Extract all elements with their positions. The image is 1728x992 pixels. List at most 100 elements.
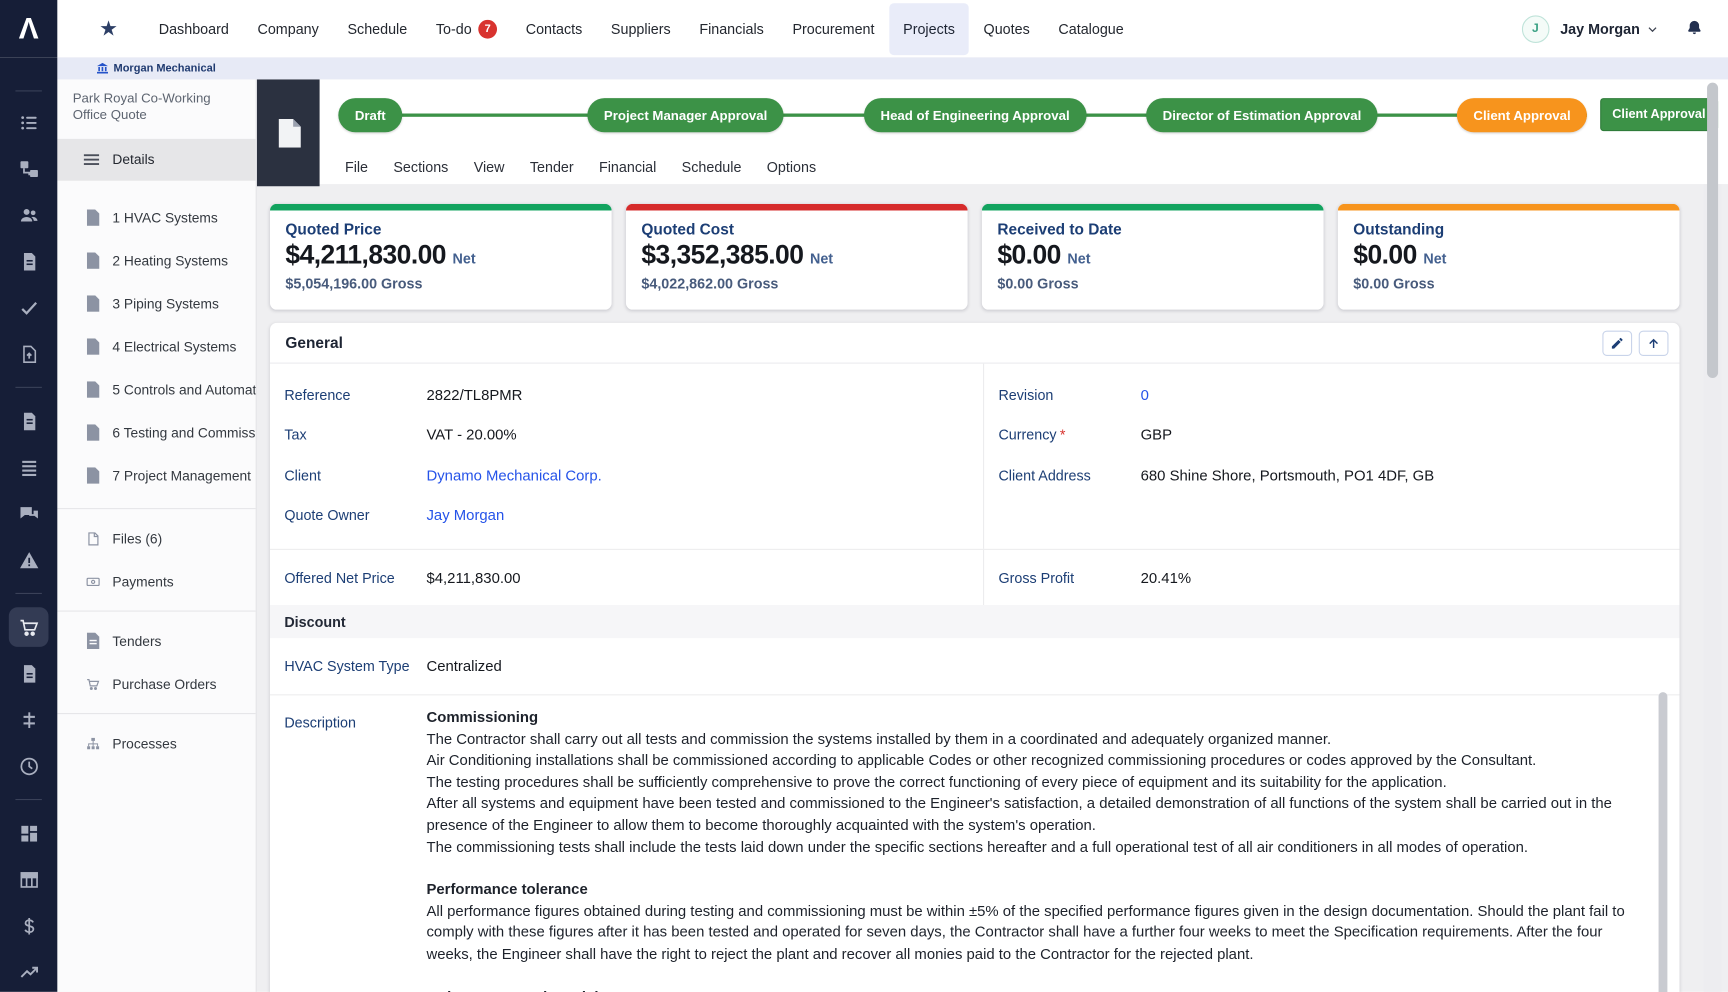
sidebar-item-section-5[interactable]: 5 Controls and Automation	[57, 368, 255, 411]
dollar-icon[interactable]	[9, 906, 49, 946]
menu-view[interactable]: View	[474, 159, 505, 176]
field-description: Description Commissioning The Contractor…	[270, 695, 1680, 992]
nav-user-area: J Jay Morgan	[1522, 15, 1728, 43]
menu-financial[interactable]: Financial	[599, 159, 656, 176]
document-page-icon	[276, 118, 300, 147]
menu-options[interactable]: Options	[767, 159, 816, 176]
dashboard-grid-icon[interactable]	[9, 813, 49, 853]
field-label: Client	[270, 467, 426, 484]
menu-file[interactable]: File	[345, 159, 368, 176]
sidebar-item-processes[interactable]: Processes	[57, 722, 255, 765]
quote-content: Quoted Price $4,211,830.00Net $5,054,196…	[257, 184, 1704, 992]
document-lines-icon[interactable]	[9, 401, 49, 441]
sidebar-item-payments[interactable]: Payments	[57, 560, 255, 603]
description-scrollbar-thumb[interactable]	[1659, 692, 1668, 992]
users-icon[interactable]	[9, 195, 49, 235]
field-value: 20.41%	[1141, 569, 1191, 586]
nav-item-company[interactable]: Company	[243, 3, 333, 55]
nav-item-projects[interactable]: Projects	[889, 3, 969, 55]
app-logo-icon[interactable]: Λ	[0, 0, 57, 57]
workflow-step-head-of-engineering-approval[interactable]: Head of Engineering Approval	[864, 98, 1086, 132]
nav-label: Dashboard	[159, 20, 229, 37]
menu-sections[interactable]: Sections	[393, 159, 448, 176]
general-price-block: Offered Net Price $4,211,830.00 Gross Pr…	[270, 549, 1680, 605]
nav-item-financials[interactable]: Financials	[685, 3, 778, 55]
document-icon[interactable]	[9, 241, 49, 281]
chat-icon[interactable]	[9, 494, 49, 534]
menu-tender[interactable]: Tender	[530, 159, 574, 176]
nav-item-todo[interactable]: To-do 7	[422, 2, 512, 56]
rows-icon[interactable]	[9, 447, 49, 487]
sidebar-item-purchase-orders[interactable]: Purchase Orders	[57, 662, 255, 705]
payments-label: Payments	[112, 574, 173, 589]
cart-icon[interactable]	[9, 607, 49, 647]
nav-item-contacts[interactable]: Contacts	[511, 3, 596, 55]
table-icon[interactable]	[9, 860, 49, 900]
field-label: Currency*	[984, 427, 1140, 444]
section-doc-icon	[86, 338, 100, 355]
user-name[interactable]: Jay Morgan	[1560, 20, 1640, 37]
sidebar-item-section-3[interactable]: 3 Piping Systems	[57, 282, 255, 325]
sidebar-item-details[interactable]: Details	[57, 139, 255, 181]
client-link[interactable]: Dynamo Mechanical Corp.	[426, 467, 601, 484]
hierarchy-icon[interactable]	[9, 149, 49, 189]
collapse-arrow-up-button[interactable]	[1639, 330, 1669, 355]
warning-icon[interactable]	[9, 540, 49, 580]
section-label: 3 Piping Systems	[112, 296, 218, 311]
quote-owner-link[interactable]: Jay Morgan	[426, 507, 504, 524]
workflow-step-client-approval[interactable]: Client Approval	[1457, 98, 1587, 132]
stat-gross-value: $0.00 Gross	[1338, 271, 1680, 292]
field-value: Centralized	[426, 658, 501, 675]
workflow-step-draft[interactable]: Draft	[338, 98, 402, 132]
nav-item-suppliers[interactable]: Suppliers	[597, 3, 685, 55]
user-avatar[interactable]: J	[1522, 15, 1550, 43]
nav-item-catalogue[interactable]: Catalogue	[1044, 3, 1138, 55]
stat-card-quoted-cost: Quoted Cost $3,352,385.00Net $4,022,862.…	[626, 204, 968, 310]
clock-icon[interactable]	[9, 746, 49, 786]
nav-item-dashboard[interactable]: Dashboard	[144, 3, 243, 55]
trend-up-icon[interactable]	[9, 952, 49, 992]
field-client-address: Client Address 680 Shine Shore, Portsmou…	[984, 455, 1679, 495]
client-approval-button[interactable]: Client Approval	[1600, 98, 1717, 131]
sidebar-item-files[interactable]: Files (6)	[57, 517, 255, 560]
chevron-down-icon[interactable]	[1646, 23, 1658, 35]
list-icon[interactable]	[9, 102, 49, 142]
sidebar-item-tenders[interactable]: Tenders	[57, 619, 255, 662]
sidebar-item-section-7[interactable]: 7 Project Management	[57, 454, 255, 497]
edit-pencil-button[interactable]	[1602, 330, 1632, 355]
tune-icon[interactable]	[9, 700, 49, 740]
revision-link[interactable]: 0	[1141, 387, 1149, 404]
field-currency: Currency* GBP	[984, 415, 1679, 455]
stat-net-value: $0.00	[997, 240, 1060, 271]
paragraph-heading: Commissioning	[426, 706, 1644, 728]
sidebar-group-files: Files (6) Payments	[57, 508, 255, 610]
sidebar-item-section-2[interactable]: 2 Heating Systems	[57, 239, 255, 282]
breadcrumb[interactable]: Morgan Mechanical	[97, 62, 216, 74]
field-value: 2822/TL8PMR	[426, 387, 522, 404]
sidebar-item-section-4[interactable]: 4 Electrical Systems	[57, 325, 255, 368]
file-upload-icon[interactable]	[9, 334, 49, 374]
sidebar-item-section-1[interactable]: 1 HVAC Systems	[57, 196, 255, 239]
discount-section-row[interactable]: Discount	[270, 605, 1680, 638]
field-gross-profit: Gross Profit 20.41%	[984, 558, 1679, 598]
nav-item-quotes[interactable]: Quotes	[969, 3, 1044, 55]
workflow-step-project-manager-approval[interactable]: Project Manager Approval	[587, 98, 783, 132]
favorites-star-icon[interactable]: ★	[99, 16, 118, 41]
check-icon[interactable]	[9, 288, 49, 328]
quote-document-tab[interactable]	[257, 79, 320, 186]
document-alt-icon[interactable]	[9, 654, 49, 694]
description-paragraph: Performance tolerance All performance fi…	[426, 878, 1644, 964]
stat-gross-value: $0.00 Gross	[982, 271, 1324, 292]
notifications-bell-icon[interactable]	[1685, 19, 1704, 39]
menu-schedule[interactable]: Schedule	[682, 159, 742, 176]
nav-item-schedule[interactable]: Schedule	[333, 3, 421, 55]
approval-pipeline: Draft Project Manager Approval Head of E…	[257, 79, 1728, 150]
file-icon	[86, 531, 100, 546]
top-nav: Λ ★ Dashboard Company Schedule To-do 7 C…	[0, 0, 1728, 57]
nav-item-procurement[interactable]: Procurement	[778, 3, 889, 55]
sidebar-item-section-6[interactable]: 6 Testing and Commissioning	[57, 411, 255, 454]
window-scrollbar-thumb[interactable]	[1707, 83, 1718, 378]
stat-accent-strip	[270, 204, 612, 211]
stat-card-received-to-date: Received to Date $0.00Net $0.00 Gross	[982, 204, 1324, 310]
workflow-step-director-of-estimation-approval[interactable]: Director of Estimation Approval	[1146, 98, 1378, 132]
